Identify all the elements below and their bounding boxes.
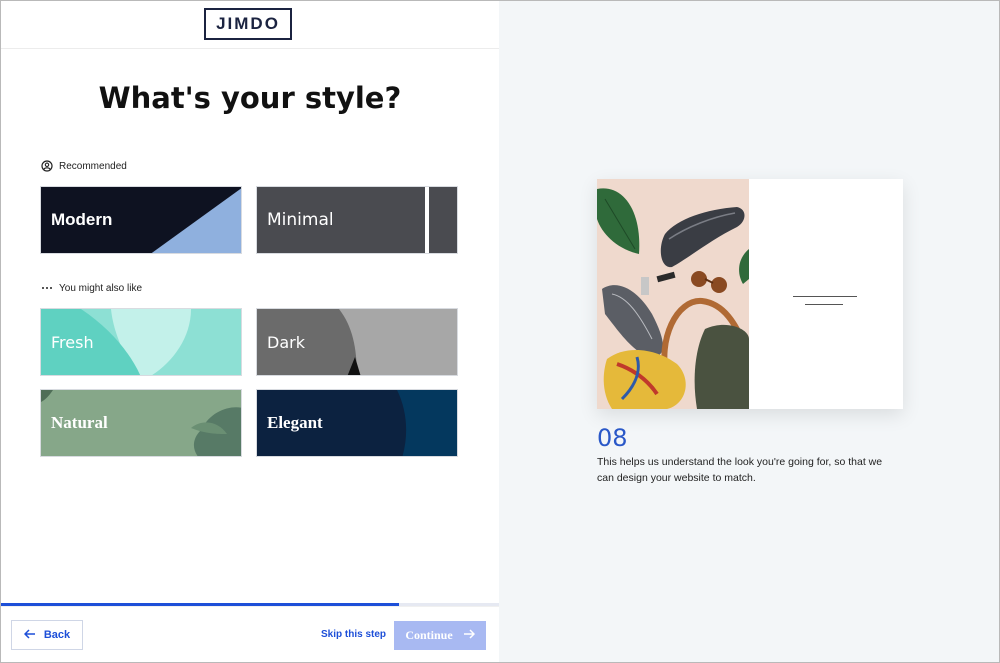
- step-number: 08: [597, 424, 628, 452]
- recommended-label: Recommended: [59, 160, 127, 172]
- skip-step-link[interactable]: Skip this step: [321, 629, 386, 640]
- arrow-left-icon: [23, 628, 36, 642]
- more-section-label: You might also like: [41, 282, 142, 294]
- style-card-label: Elegant: [267, 413, 323, 432]
- page-title: What's your style?: [98, 81, 402, 115]
- style-card-natural[interactable]: Natural: [40, 389, 242, 457]
- preview-photo: [597, 179, 750, 409]
- recommended-section-label: Recommended: [41, 160, 127, 172]
- style-card-label: Natural: [51, 413, 108, 432]
- style-card-modern[interactable]: Modern: [40, 186, 242, 254]
- preview-line: [793, 296, 857, 297]
- back-button[interactable]: Back: [11, 620, 83, 650]
- style-card-fresh[interactable]: Fresh: [40, 308, 242, 376]
- arrow-right-icon: [463, 628, 475, 643]
- more-label: You might also like: [59, 282, 143, 294]
- info-panel: 08 This helps us understand the look you…: [499, 1, 999, 662]
- back-label: Back: [43, 629, 71, 641]
- style-card-minimal[interactable]: Minimal: [256, 186, 458, 254]
- header-bar: JIMDO: [1, 1, 499, 49]
- style-preview: [597, 179, 903, 409]
- footer-divider: [1, 606, 499, 607]
- style-card-label: Fresh: [51, 332, 94, 352]
- style-card-label: Minimal: [267, 210, 334, 230]
- style-card-label: Modern: [51, 210, 113, 229]
- style-card-dark[interactable]: Dark: [256, 308, 458, 376]
- fashion-flatlay-image: [597, 179, 750, 409]
- ellipsis-icon: [41, 282, 53, 294]
- style-card-elegant[interactable]: Elegant: [256, 389, 458, 457]
- step-description: This helps us understand the look you're…: [597, 456, 883, 484]
- style-card-label: Dark: [267, 332, 305, 352]
- recommended-icon: [41, 160, 53, 172]
- continue-button[interactable]: Continue: [394, 621, 486, 650]
- continue-label: Continue: [405, 628, 453, 642]
- jimdo-logo: JIMDO: [204, 8, 292, 40]
- onboarding-panel: JIMDO What's your style? Recommended Mod…: [1, 1, 499, 662]
- preview-line: [805, 304, 843, 305]
